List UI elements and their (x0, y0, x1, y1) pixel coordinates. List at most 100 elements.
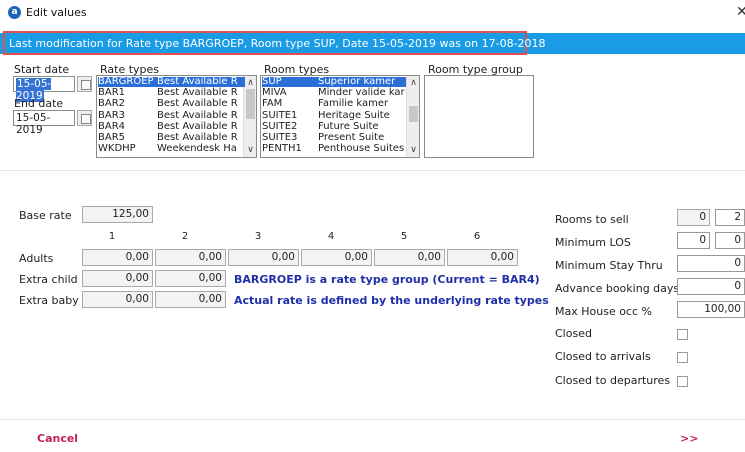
room-type-name: Heritage Suite (318, 109, 390, 121)
room-type-code: FAM (262, 98, 283, 110)
adults-label: Adults (19, 252, 54, 265)
occupancy-column-header: 5 (400, 231, 408, 242)
start-date-input[interactable]: 15-05-2019 (13, 76, 75, 102)
scroll-up-icon[interactable]: ∧ (409, 78, 418, 88)
rate-type-code: WKDHP (98, 143, 136, 155)
rate-type-name: Best Available R (157, 87, 238, 99)
room-type-item[interactable]: SUITE2 Future Suite (262, 120, 402, 132)
rate-type-item[interactable]: BAR3 Best Available R (98, 109, 238, 121)
adults-rate-field: 0,00 (228, 249, 299, 266)
rate-type-item[interactable]: BARGROEP Best Available R (98, 77, 245, 87)
rooms-to-sell-label: Rooms to sell (555, 213, 629, 226)
occupancy-column-header: 2 (181, 231, 189, 242)
rate-type-item[interactable]: WKDHP Weekendesk Ha (98, 144, 238, 154)
max-house-occ-input[interactable]: 100,00 (677, 301, 745, 318)
last-modification-text: Last modification for Rate type BARGROEP… (9, 37, 546, 50)
rate-types-list[interactable]: ∧ ∨ BARGROEP Best Available R BAR1 Best Ava… (96, 75, 257, 158)
end-date-calendar-icon[interactable] (77, 110, 92, 126)
start-date-label: Start date (14, 63, 70, 76)
closed-label: Closed (555, 327, 592, 340)
minimum-los-input-2[interactable]: 0 (715, 232, 745, 249)
extra-child-rate-field: 0,00 (155, 270, 226, 287)
closed-to-arrivals-label: Closed to arrivals (555, 350, 651, 363)
next-button[interactable]: >> (680, 432, 698, 445)
divider (0, 170, 745, 171)
occupancy-column-header: 4 (327, 231, 335, 242)
rate-type-item[interactable]: BAR2 Best Available R (98, 99, 238, 109)
room-type-name: Familie kamer (318, 98, 389, 110)
room-type-name: Superior kamer (318, 76, 396, 87)
advance-booking-days-input[interactable]: 0 (677, 278, 745, 295)
rate-type-name: Best Available R (157, 120, 238, 132)
adults-rate-field: 0,00 (82, 249, 153, 266)
rate-type-name: Best Available R (157, 98, 238, 110)
room-type-name: Penthouse Suites (318, 143, 405, 155)
room-type-code: MIVA (262, 87, 287, 99)
minimum-stay-thru-label: Minimum Stay Thru (555, 259, 663, 272)
room-type-code: SUITE2 (262, 120, 298, 132)
closed-checkbox[interactable] (677, 329, 688, 340)
scroll-up-icon[interactable]: ∧ (246, 78, 255, 88)
rate-type-code: BAR3 (98, 109, 126, 121)
room-type-item[interactable]: MIVA Minder valide kar (262, 87, 405, 99)
room-type-code: PENTH1 (262, 143, 302, 155)
title-bar (0, 0, 745, 26)
room-type-item[interactable]: PENTH1 Penthouse Suites (262, 143, 405, 155)
room-types-scrollbar[interactable]: ∧ ∨ (406, 76, 419, 157)
minimum-stay-thru-input[interactable]: 0 (677, 255, 745, 272)
end-date-label: End date (14, 97, 64, 110)
base-rate-field: 125,00 (82, 206, 153, 223)
rate-type-name: Best Available R (157, 76, 238, 87)
extra-baby-label: Extra baby (19, 294, 79, 307)
adults-rate-field: 0,00 (374, 249, 445, 266)
start-date-calendar-icon[interactable] (77, 76, 92, 92)
occupancy-column-header: 1 (108, 231, 116, 242)
closed-to-arrivals-checkbox[interactable] (677, 352, 688, 363)
rooms-to-sell-input[interactable]: 2 (715, 209, 745, 226)
room-type-item[interactable]: SUITE3 Present Suite (262, 133, 402, 143)
rate-group-message: BARGROEP is a rate type group (Current =… (234, 273, 540, 286)
adults-rate-field: 0,00 (155, 249, 226, 266)
rate-type-name: Best Available R (157, 109, 238, 121)
extra-baby-rate-field: 0,00 (155, 291, 226, 308)
room-type-name: Minder valide kar (318, 87, 405, 99)
closed-to-departures-label: Closed to departures (555, 374, 671, 387)
room-type-group-list[interactable] (424, 75, 534, 158)
minimum-los-input[interactable]: 0 (677, 232, 710, 249)
end-date-value: 15-05-2019 (16, 112, 51, 136)
underlying-rate-message: Actual rate is defined by the underlying… (234, 294, 549, 307)
extra-child-label: Extra child (19, 273, 78, 286)
extra-baby-rate-field: 0,00 (82, 291, 153, 308)
rate-types-scrollbar[interactable]: ∧ ∨ (243, 76, 256, 157)
closed-to-departures-checkbox[interactable] (677, 376, 688, 387)
rate-type-item[interactable]: BAR5 Best Available R (98, 133, 238, 143)
room-type-code: SUITE3 (262, 132, 298, 143)
room-type-item[interactable]: FAM Familie kamer (262, 99, 402, 109)
scroll-down-icon[interactable]: ∨ (246, 145, 255, 155)
rooms-to-sell-current: 0 (677, 209, 710, 226)
close-icon[interactable]: ✕ (736, 4, 745, 20)
footer-divider (0, 419, 745, 420)
room-type-item[interactable]: SUP Superior kamer (262, 77, 406, 87)
scroll-thumb[interactable] (409, 106, 418, 122)
app-logo-icon: a (8, 6, 21, 19)
rate-type-code: BARGROEP (98, 76, 154, 87)
end-date-input[interactable]: 15-05-2019 (13, 110, 75, 136)
room-type-name: Present Suite (318, 132, 385, 143)
adults-rate-field: 0,00 (301, 249, 372, 266)
rate-type-item[interactable]: BAR1 Best Available R (98, 88, 238, 98)
adults-rate-field: 0,00 (447, 249, 518, 266)
room-type-name: Future Suite (318, 120, 379, 132)
occupancy-column-header: 3 (254, 231, 262, 242)
scroll-down-icon[interactable]: ∨ (409, 145, 418, 155)
scroll-thumb[interactable] (246, 89, 255, 119)
cancel-button[interactable]: Cancel (37, 432, 78, 445)
room-type-code: SUP (262, 76, 282, 87)
extra-child-rate-field: 0,00 (82, 270, 153, 287)
rate-type-item[interactable]: BAR4 Best Available R (98, 120, 238, 132)
minimum-los-label: Minimum LOS (555, 236, 631, 249)
room-type-item[interactable]: SUITE1 Heritage Suite (262, 109, 402, 121)
room-types-list[interactable]: ∧ ∨ SUP Superior kamer MIVA Minder valide k… (260, 75, 420, 158)
rate-type-name: Weekendesk Ha (157, 143, 237, 155)
rate-type-code: BAR5 (98, 132, 126, 143)
